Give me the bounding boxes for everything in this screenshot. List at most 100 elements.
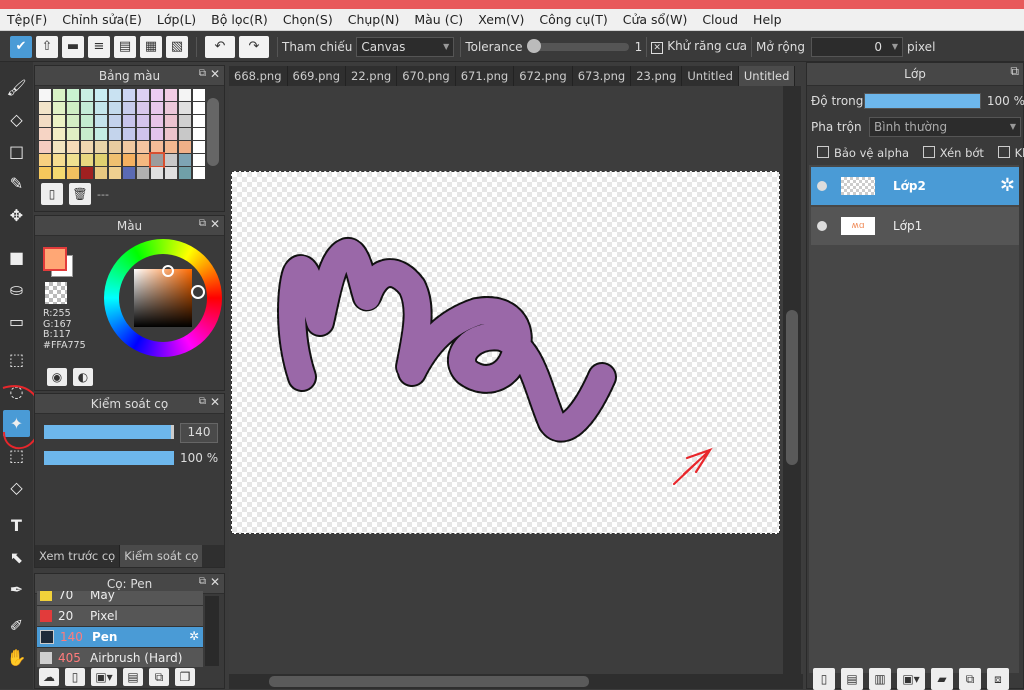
- cloud-upload-icon[interactable]: ☁: [39, 668, 59, 686]
- vertical-scroll-thumb[interactable]: [786, 310, 798, 465]
- popout-icon[interactable]: ⧉: [1010, 64, 1019, 79]
- palette-scrollbar[interactable]: [207, 98, 219, 166]
- palette-swatch[interactable]: [109, 128, 121, 140]
- text-tool-icon[interactable]: T: [3, 512, 30, 539]
- palette-swatch[interactable]: [165, 141, 177, 153]
- palette-swatch[interactable]: [123, 115, 135, 127]
- rectangle-tool-icon[interactable]: □: [3, 138, 30, 165]
- palette-swatch[interactable]: [53, 141, 65, 153]
- hand-tool-icon[interactable]: ✋: [3, 644, 30, 671]
- new-layer-8bit-icon[interactable]: ▤: [841, 668, 863, 690]
- menu-layer[interactable]: Lớp(L): [150, 12, 204, 27]
- tolerance-slider-thumb[interactable]: [526, 38, 541, 53]
- palette-swatch[interactable]: [95, 167, 107, 179]
- tab-673[interactable]: 673.png: [572, 66, 632, 86]
- hue-handle[interactable]: [191, 285, 205, 299]
- menu-filter[interactable]: Bộ lọc(R): [204, 12, 276, 27]
- reference-select[interactable]: Canvas: [356, 36, 455, 57]
- palette-swatch[interactable]: [39, 102, 51, 114]
- palette-swatch[interactable]: [137, 141, 149, 153]
- grid-doc-icon[interactable]: ▦: [140, 35, 162, 58]
- gradient-tool-icon[interactable]: ▭: [3, 308, 30, 335]
- select-rect-tool-icon[interactable]: ⬚: [3, 346, 30, 373]
- palette-swatch[interactable]: [95, 115, 107, 127]
- palette-swatch[interactable]: [179, 89, 191, 101]
- brush-item-airbrush[interactable]: 405 Airbrush (Hard): [37, 648, 203, 667]
- horizontal-scroll-thumb[interactable]: [269, 676, 589, 687]
- tab-671[interactable]: 671.png: [455, 66, 515, 86]
- palette-swatch[interactable]: [67, 89, 79, 101]
- palette-swatch[interactable]: [137, 102, 149, 114]
- hue-wheel[interactable]: [104, 239, 222, 357]
- drawing-canvas[interactable]: [231, 171, 780, 534]
- close-icon[interactable]: ✕: [210, 217, 220, 231]
- brush-settings-icon[interactable]: ▤: [123, 668, 143, 686]
- new-layer-icon[interactable]: ▯: [813, 668, 835, 690]
- palette-swatch[interactable]: [151, 89, 163, 101]
- palette-swatch[interactable]: [193, 141, 205, 153]
- popout-icon[interactable]: ⧉: [199, 68, 206, 79]
- palette-swatch[interactable]: [67, 141, 79, 153]
- close-icon[interactable]: ✕: [210, 67, 220, 81]
- palette-swatch[interactable]: [95, 128, 107, 140]
- palette-swatch[interactable]: [137, 154, 149, 166]
- trash-icon[interactable]: 🗑: [69, 183, 91, 205]
- palette-swatch[interactable]: [123, 128, 135, 140]
- palette-swatch[interactable]: [95, 102, 107, 114]
- tab-22[interactable]: 22.png: [346, 66, 398, 86]
- eyedropper-tool-icon[interactable]: ✒: [3, 576, 30, 603]
- brush-list-scrollbar[interactable]: [205, 596, 219, 666]
- palette-swatch[interactable]: [53, 167, 65, 179]
- saturation-square[interactable]: [134, 269, 192, 327]
- palette-swatch[interactable]: [67, 167, 79, 179]
- add-layer-menu-icon[interactable]: ▣▾: [897, 668, 925, 690]
- tab-672[interactable]: 672.png: [514, 66, 573, 86]
- palette-swatch[interactable]: [123, 89, 135, 101]
- palette-swatch[interactable]: [81, 141, 93, 153]
- brush-opacity-slider[interactable]: [44, 451, 174, 465]
- horizontal-scrollbar[interactable]: [229, 674, 803, 689]
- palette-swatch[interactable]: [95, 154, 107, 166]
- palette-swatch[interactable]: [193, 89, 205, 101]
- palette-swatch[interactable]: [109, 154, 121, 166]
- new-palette-icon[interactable]: ▯: [41, 183, 63, 205]
- tab-668[interactable]: 668.png: [229, 66, 288, 86]
- palette-swatch[interactable]: [67, 128, 79, 140]
- palette-swatch[interactable]: [179, 128, 191, 140]
- opacity-slider[interactable]: [863, 93, 981, 109]
- color-picker-icon[interactable]: ◐: [73, 368, 93, 386]
- palette-swatch[interactable]: [179, 154, 191, 166]
- tab-669[interactable]: 669.png: [287, 66, 346, 86]
- new-layer-1bit-icon[interactable]: ▥: [869, 668, 891, 690]
- palette-swatch[interactable]: [165, 154, 177, 166]
- speech-bubble-icon[interactable]: ▬: [62, 35, 84, 58]
- transparent-color-swatch[interactable]: [45, 282, 67, 304]
- duplicate-icon[interactable]: ⧉: [149, 668, 169, 686]
- popout-icon[interactable]: ⧉: [199, 576, 206, 587]
- palette-swatch[interactable]: [193, 128, 205, 140]
- clip-checkbox[interactable]: Xén bớt: [922, 146, 984, 160]
- protect-alpha-checkbox[interactable]: Bảo vệ alpha: [817, 146, 909, 160]
- palette-swatch[interactable]: [67, 102, 79, 114]
- tab-untitled[interactable]: Untitled: [682, 66, 739, 86]
- close-icon[interactable]: ✕: [210, 395, 220, 409]
- antialias-checkbox[interactable]: ✕ Khử răng cưa: [651, 39, 747, 54]
- layer-row-1[interactable]: ʍɑ Lớp1: [811, 207, 1019, 245]
- palette-swatch[interactable]: [95, 89, 107, 101]
- tab-670[interactable]: 670.png: [397, 66, 456, 86]
- add-brush-icon[interactable]: ▣▾: [91, 668, 117, 686]
- blend-select[interactable]: Bình thường: [869, 117, 1021, 137]
- palette-swatch[interactable]: [39, 89, 51, 101]
- merge-layer-icon[interactable]: ⧈: [987, 668, 1009, 690]
- popout-icon[interactable]: ⧉: [199, 218, 206, 229]
- brush-tool-icon[interactable]: 🖌: [3, 74, 30, 101]
- palette-swatch[interactable]: [151, 167, 163, 179]
- palette-swatch-grid[interactable]: [35, 86, 224, 180]
- undo-icon[interactable]: ↶: [205, 35, 235, 58]
- gear-icon[interactable]: ✲: [189, 629, 199, 643]
- tolerance-slider[interactable]: [526, 38, 629, 53]
- menu-help[interactable]: Help: [746, 12, 790, 27]
- palette-swatch[interactable]: [179, 102, 191, 114]
- layer-row-2[interactable]: Lớp2 ✲: [811, 167, 1019, 205]
- palette-swatch[interactable]: [179, 167, 191, 179]
